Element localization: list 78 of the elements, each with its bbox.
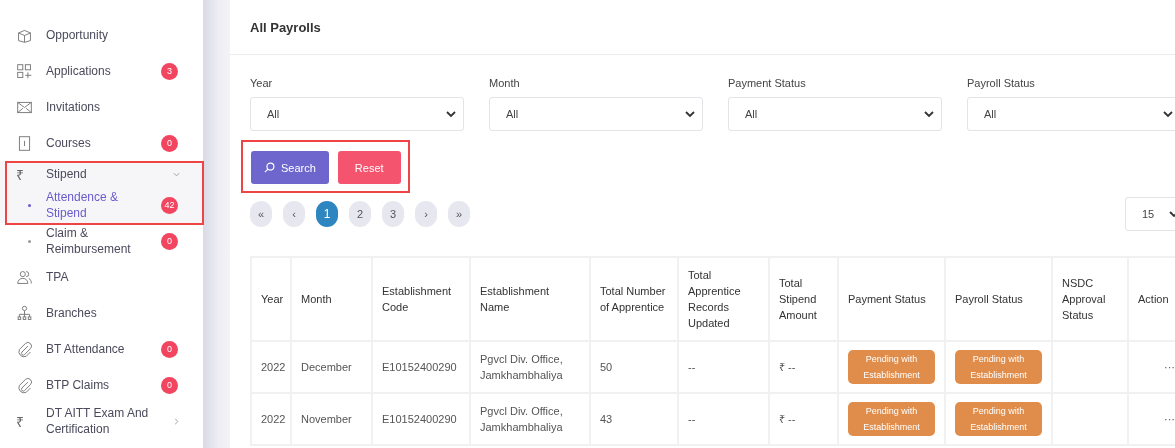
status-badge: Pending with Establishment — [848, 402, 935, 436]
column-header: Year — [251, 257, 291, 341]
status-badge: Pending with Establishment — [955, 402, 1042, 436]
table-cell: Pgvcl Div. Office, Jamkhambhaliya — [470, 393, 590, 445]
paperclip-icon — [16, 340, 33, 358]
chevron-down-icon — [684, 108, 696, 120]
table-cell: 2022 — [251, 341, 291, 393]
chevron-right-icon[interactable] — [172, 416, 181, 426]
column-header: Establishment Code — [372, 257, 470, 341]
count-badge: 0 — [161, 232, 178, 250]
hierarchy-icon — [16, 304, 33, 322]
rupee-icon: ₹ — [16, 411, 24, 431]
sidebar-item[interactable]: Applications 3 — [0, 53, 203, 89]
page-button[interactable]: 1 — [316, 201, 338, 227]
count-badge: 0 — [161, 376, 178, 394]
table-cell: -- — [678, 393, 769, 445]
sidebar-item[interactable]: BTP Claims 0 — [0, 367, 203, 403]
sidebar-item[interactable]: Invitations — [0, 89, 203, 125]
column-header: Total Stipend Amount — [769, 257, 838, 341]
count-badge: 0 — [161, 340, 178, 358]
column-header: Establishment Name — [470, 257, 590, 341]
filter-label: Payroll Status — [967, 77, 1036, 89]
sidebar-item[interactable]: Branches — [0, 295, 203, 331]
search-button[interactable]: Search — [251, 151, 329, 184]
filter-select[interactable]: All — [250, 97, 464, 131]
chevron-down-icon — [445, 108, 457, 120]
table-cell: 50 — [590, 341, 678, 393]
sidebar-item[interactable]: TPA — [0, 259, 203, 295]
column-header: Month — [291, 257, 372, 341]
page-title: All Payrolls — [250, 19, 321, 35]
table-cell: ₹ -- — [769, 393, 838, 445]
table-cell: E10152400290 — [372, 393, 470, 445]
column-header: Action — [1128, 257, 1175, 341]
page-button[interactable]: ‹ — [283, 201, 305, 227]
sidebar-item[interactable]: Courses 0 — [0, 125, 203, 161]
sidebar-item[interactable]: ₹ Stipend — [0, 161, 203, 187]
page-size-select[interactable]: 15 — [1125, 197, 1175, 231]
count-badge: 0 — [161, 134, 178, 152]
page-button[interactable]: 2 — [349, 201, 371, 227]
table-cell: December — [291, 341, 372, 393]
sidebar-item[interactable]: BT Attendance 0 — [0, 331, 203, 367]
filter-label: Year — [250, 77, 274, 89]
table-cell: 43 — [590, 393, 678, 445]
people-icon — [16, 268, 33, 286]
sidebar-item[interactable]: ₹ DT AITT Exam And Certification — [0, 403, 203, 439]
count-badge: 3 — [161, 62, 178, 80]
status-badge: Pending with Establishment — [848, 350, 935, 384]
page-button[interactable]: » — [448, 201, 470, 227]
table-cell: 2022 — [251, 393, 291, 445]
rupee-icon: ₹ — [16, 164, 24, 184]
sidebar-item[interactable]: Opportunity — [0, 17, 203, 53]
table-cell: -- — [678, 341, 769, 393]
table-cell: E10152400290 — [372, 341, 470, 393]
paperclip-icon — [16, 376, 33, 394]
book-icon — [16, 134, 33, 152]
table-cell: Pgvcl Div. Office, Jamkhambhaliya — [470, 341, 590, 393]
filter-label: Month — [489, 77, 521, 89]
table-cell: ₹ -- — [769, 341, 838, 393]
column-header: NSDC Approval Status — [1052, 257, 1128, 341]
grid-icon — [16, 62, 33, 80]
table-cell: November — [291, 393, 372, 445]
chevron-down-icon — [1162, 108, 1174, 120]
filter-select[interactable]: All — [728, 97, 942, 131]
search-icon — [264, 162, 275, 173]
column-header: Payment Status — [838, 257, 945, 341]
sidebar-subitem[interactable]: Attendence & Stipend 42 — [0, 187, 203, 223]
column-header: Total Number of Apprentice — [590, 257, 678, 341]
column-header: Payroll Status — [945, 257, 1052, 341]
chevron-down-icon — [923, 108, 935, 120]
filter-label: Payment Status — [728, 77, 807, 89]
filter-select[interactable]: All — [489, 97, 703, 131]
count-badge: 42 — [161, 196, 178, 214]
status-badge: Pending with Establishment — [955, 350, 1042, 384]
column-header: Total Apprentice Records Updated — [678, 257, 769, 341]
page-button[interactable]: « — [250, 201, 272, 227]
filter-select[interactable]: All — [967, 97, 1175, 131]
page-button[interactable]: 3 — [382, 201, 404, 227]
page-button[interactable]: › — [415, 201, 437, 227]
